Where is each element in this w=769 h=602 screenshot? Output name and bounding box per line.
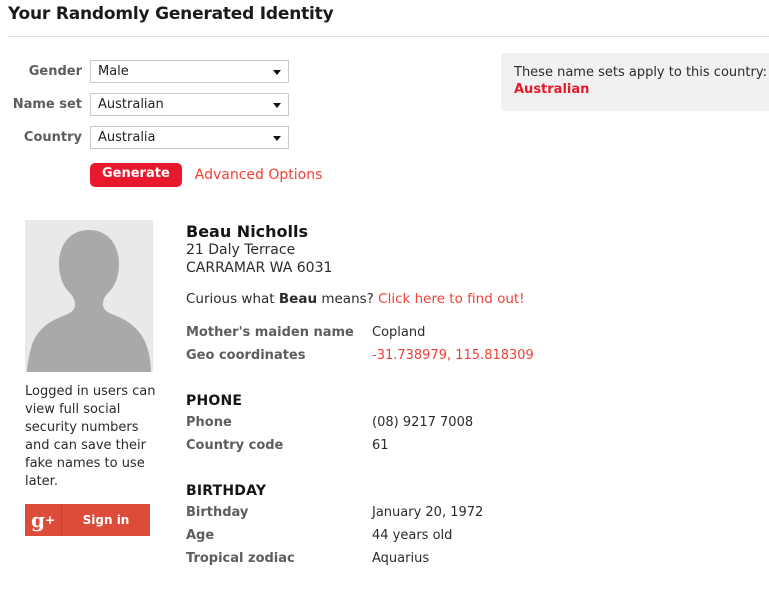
google-signin-button[interactable]: g + Sign in	[25, 504, 150, 536]
country-select-value: Australia	[98, 130, 156, 145]
mothers-maiden-name-label: Mother's maiden name	[186, 325, 354, 340]
identity-details: Beau Nicholls 21 Daly Terrace CARRAMAR W…	[186, 222, 746, 574]
name-meaning-link[interactable]: Click here to find out!	[378, 291, 524, 307]
section-heading-phone: PHONE	[186, 393, 243, 409]
nameset-label: Name set	[12, 97, 82, 112]
page-title: Your Randomly Generated Identity	[8, 4, 334, 24]
nameset-applies-text: These name sets apply to this country:	[514, 65, 767, 80]
age-label: Age	[186, 528, 215, 543]
country-code-value: 61	[372, 438, 389, 453]
phone-value: (08) 9217 7008	[372, 415, 474, 430]
country-code-label: Country code	[186, 438, 284, 453]
generate-button[interactable]: Generate	[90, 163, 182, 187]
birthday-table: Birthday January 20, 1972 Age 44 years o…	[186, 505, 746, 574]
section-heading-birthday: BIRTHDAY	[186, 483, 267, 499]
identity-sidebar: Logged in users can view full social sec…	[25, 220, 155, 536]
phone-table: Phone (08) 9217 7008 Country code 61	[186, 415, 746, 461]
birthday-value: January 20, 1972	[372, 505, 484, 520]
table-row: Age 44 years old	[186, 528, 746, 551]
meaning-first-name: Beau	[278, 291, 318, 307]
geo-coordinates-value[interactable]: -31.738979, 115.818309	[372, 348, 746, 371]
form-row-country: Country Australia	[0, 121, 300, 154]
nameset-country-value: Australian	[514, 82, 590, 97]
identity-generator-form: Gender Male Name set Australian Country …	[0, 55, 322, 191]
chevron-down-icon	[273, 136, 281, 141]
chevron-down-icon	[273, 103, 281, 108]
nameset-select-value: Australian	[98, 97, 164, 112]
birthday-label: Birthday	[186, 505, 249, 520]
table-row: Birthday January 20, 1972	[186, 505, 746, 528]
nameset-info-panel: These name sets apply to this country: A…	[501, 53, 769, 111]
form-actions: Generate Advanced Options	[0, 159, 322, 191]
meaning-prefix: Curious what	[186, 291, 279, 307]
signin-button-label: Sign in	[82, 513, 130, 527]
meaning-suffix: means?	[317, 291, 379, 307]
gender-label: Gender	[28, 64, 82, 79]
avatar-silhouette-icon	[25, 220, 153, 372]
sidebar-login-note: Logged in users can view full social sec…	[25, 384, 156, 489]
phone-label: Phone	[186, 415, 232, 430]
table-row: Phone (08) 9217 7008	[186, 415, 746, 438]
chevron-down-icon	[273, 70, 281, 75]
table-row: Geo coordinates -31.738979, 115.818309	[186, 348, 746, 371]
table-row: Mother's maiden name Copland	[186, 325, 746, 348]
table-row: Country code 61	[186, 438, 746, 461]
table-row: Tropical zodiac Aquarius	[186, 551, 746, 574]
tropical-zodiac-value: Aquarius	[372, 551, 430, 566]
advanced-options-link[interactable]: Advanced Options	[195, 167, 323, 183]
google-plus-icon: g +	[25, 504, 62, 536]
name-meaning-line: Curious what Beau means? Click here to f…	[186, 290, 746, 308]
identity-name: Beau Nicholls	[186, 222, 309, 241]
form-row-nameset: Name set Australian	[0, 88, 300, 121]
title-divider	[8, 36, 769, 37]
identity-address-line1: 21 Daly Terrace	[186, 242, 296, 258]
country-label: Country	[23, 130, 82, 145]
tropical-zodiac-label: Tropical zodiac	[186, 551, 295, 566]
mothers-maiden-name-value: Copland	[372, 325, 426, 340]
gender-select-value: Male	[98, 64, 129, 79]
form-row-gender: Gender Male	[0, 55, 300, 88]
basic-info-table: Mother's maiden name Copland Geo coordin…	[186, 325, 746, 371]
geo-coordinates-label: Geo coordinates	[186, 348, 306, 363]
country-select[interactable]: Australia	[90, 126, 289, 149]
avatar	[25, 220, 153, 372]
nameset-select[interactable]: Australian	[90, 93, 289, 116]
gender-select[interactable]: Male	[90, 60, 289, 83]
identity-address-line2: CARRAMAR WA 6031	[186, 260, 333, 276]
age-value: 44 years old	[372, 528, 453, 543]
